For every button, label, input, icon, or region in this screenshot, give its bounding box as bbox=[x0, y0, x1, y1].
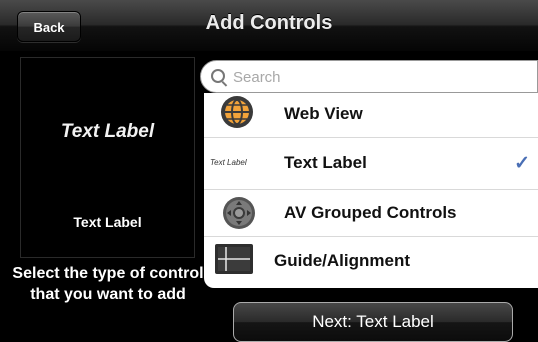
control-preview: Text Label Text Label bbox=[20, 57, 195, 258]
checkmark-icon: ✓ bbox=[514, 153, 530, 174]
globe-icon bbox=[218, 95, 256, 138]
list-item-guide-alignment[interactable]: Guide/Alignment bbox=[204, 237, 538, 288]
next-button[interactable]: Next: Text Label bbox=[233, 302, 513, 342]
list-item-label: Web View bbox=[284, 104, 363, 123]
guide-icon bbox=[214, 243, 254, 280]
page-title: Add Controls bbox=[205, 12, 333, 34]
search-input[interactable]: Search bbox=[200, 60, 538, 93]
list-item-label: Guide/Alignment bbox=[274, 251, 410, 270]
list-item-label: Text Label bbox=[284, 153, 367, 172]
controls-list[interactable]: Web View Text Label Text Label ✓ AV Grou… bbox=[204, 93, 538, 288]
preview-plain-label: Text Label bbox=[73, 214, 142, 230]
search-placeholder: Search bbox=[233, 69, 281, 86]
instructions-text: Select the type of control that you want… bbox=[12, 265, 204, 303]
list-item-av-grouped-controls[interactable]: AV Grouped Controls bbox=[204, 190, 538, 237]
list-item-label: AV Grouped Controls bbox=[284, 203, 457, 222]
nav-bar: Back Add Controls bbox=[0, 0, 538, 52]
text-label-icon: Text Label bbox=[210, 158, 247, 167]
preview-italic-label: Text Label bbox=[60, 121, 155, 142]
list-item-text-label[interactable]: Text Label Text Label ✓ bbox=[204, 138, 538, 190]
list-item-web-view[interactable]: Web View bbox=[204, 93, 538, 138]
dpad-icon bbox=[222, 196, 256, 235]
search-icon bbox=[211, 69, 225, 83]
